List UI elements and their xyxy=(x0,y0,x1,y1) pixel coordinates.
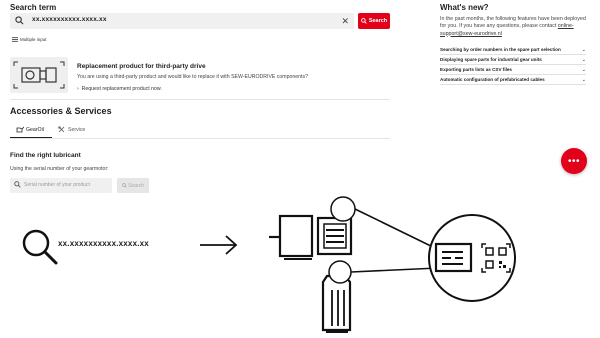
zoom-circle xyxy=(330,196,356,222)
computer-icon xyxy=(269,214,353,260)
lookup-diagram xyxy=(22,196,516,333)
arrow-right-icon xyxy=(200,235,238,255)
diagram-search-text: xx.xxxxxxxxxx.xxxx.xx xyxy=(58,239,149,248)
zoom-circle xyxy=(328,260,352,284)
magnifier-icon xyxy=(22,229,58,265)
motor-icon xyxy=(321,274,352,333)
